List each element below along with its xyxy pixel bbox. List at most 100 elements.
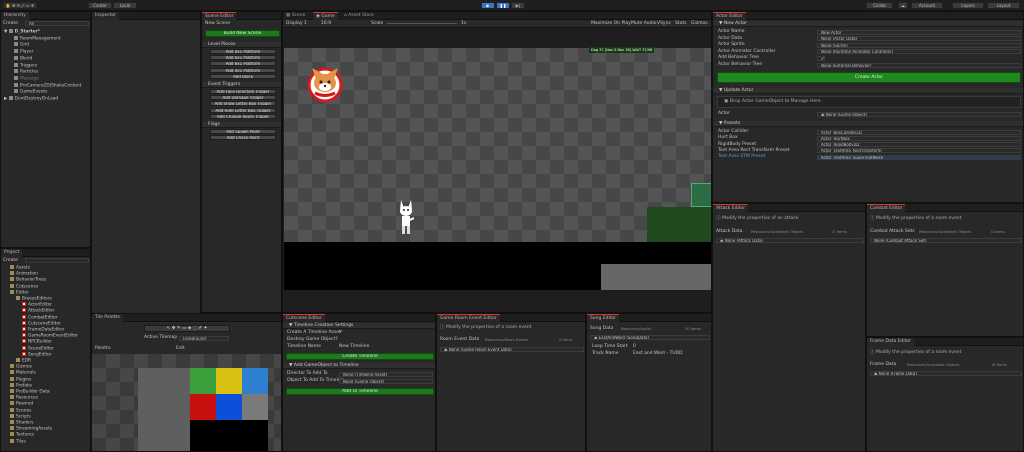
- scene-editor-add-button[interactable]: Add 4x1 Platform: [210, 49, 276, 54]
- hierarchy-item[interactable]: Message: [4, 75, 81, 83]
- room-event-field[interactable]: ◉ None (Game Room Event Data): [440, 347, 584, 352]
- actor-field-value[interactable]: None (External Behavior): [817, 62, 1021, 68]
- frame-data-field[interactable]: ◉ None (Frame Data): [870, 371, 1022, 376]
- hierarchy-item[interactable]: ▼ D_Starter*: [4, 29, 81, 36]
- preset-field[interactable]: Actor_TextArea_SuperTextMesh: [817, 154, 1021, 160]
- tab-inspector[interactable]: Inspector: [92, 12, 119, 20]
- tab-hierarchy[interactable]: Hierarchy: [1, 12, 29, 20]
- preset-field[interactable]: Actor_TextArea_RectTransform: [817, 148, 1021, 154]
- gizmos-dropdown[interactable]: Gizmos: [691, 21, 708, 27]
- hierarchy-item[interactable]: World: [4, 55, 81, 63]
- scene-editor-add-button[interactable]: Add Change Room Trigger: [210, 113, 276, 119]
- actor-field-value[interactable]: None (Runtime Animator Controller): [817, 49, 1021, 55]
- pivot-toggle[interactable]: Center: [88, 2, 112, 9]
- tab-scene-editor[interactable]: Scene Editor: [202, 12, 237, 20]
- tile-dark-blue[interactable]: [216, 394, 242, 420]
- build-scene-button[interactable]: Build New Scene: [205, 30, 280, 37]
- scene-editor-add-button[interactable]: Add Spawn Point: [210, 129, 276, 134]
- attack-data-field[interactable]: ◉ None (Attack Data): [716, 238, 864, 243]
- maximize-on-play-toggle[interactable]: Maximize On Play: [591, 21, 631, 27]
- add-to-timeline-button[interactable]: Add To Timeline: [286, 388, 434, 395]
- preset-field[interactable]: Actor_RigidBody2D: [817, 142, 1021, 148]
- display-dropdown[interactable]: Display 1: [286, 21, 307, 27]
- scene-editor-add-button[interactable]: Add Hide Letter Box Trigger: [210, 107, 276, 113]
- layout-dropdown[interactable]: Layout: [987, 2, 1020, 9]
- project-search[interactable]: [25, 258, 89, 263]
- create-actor-button[interactable]: Create Actor: [717, 72, 1021, 83]
- actor-object-field[interactable]: ◉ None (Game Object): [817, 112, 1021, 117]
- cutscene-field-value[interactable]: New Timeline: [339, 344, 369, 350]
- scene-editor-add-button[interactable]: Add Show Letter Box Trigger: [210, 101, 276, 107]
- hierarchy-item[interactable]: Player: [4, 49, 81, 56]
- project-folder[interactable]: Tiles: [4, 438, 78, 445]
- tile-grey[interactable]: [242, 394, 268, 420]
- stats-toggle[interactable]: Stats: [675, 21, 687, 27]
- song-field-value[interactable]: East and West - TUDD: [633, 351, 683, 357]
- tab-cutscene-editor[interactable]: Cutscene Editor: [283, 314, 325, 322]
- step-button[interactable]: ▶|: [511, 2, 525, 9]
- tab-tile-palette[interactable]: Tile Palette: [92, 314, 123, 322]
- presets-section[interactable]: ▼ Presets: [713, 121, 1023, 127]
- tile-blue[interactable]: [242, 368, 268, 394]
- combat-data-field[interactable]: None (Combat Attack Set): [870, 238, 1022, 243]
- actor-drop-area[interactable]: ▣ Drop Actor GameObject to Manage Here: [717, 96, 1021, 108]
- scale-slider[interactable]: [387, 23, 457, 24]
- update-actor-section[interactable]: ▼ Update Actor: [713, 88, 1023, 94]
- hierarchy-item[interactable]: ProCamera2D|ShakeContent: [4, 82, 81, 90]
- game-viewport[interactable]: Dog 37 [Nov 5 Nov 28] WAIT 37/98: [284, 47, 711, 242]
- tile-green[interactable]: [190, 368, 216, 394]
- hierarchy-item[interactable]: RoomManagement: [4, 35, 81, 43]
- tile-yellow[interactable]: [216, 368, 242, 394]
- pause-button[interactable]: ❚❚: [496, 2, 510, 9]
- cloud-icon[interactable]: ☁: [898, 2, 908, 9]
- project-create-dropdown[interactable]: Create: [3, 258, 18, 264]
- edit-button[interactable]: Edit: [176, 346, 185, 352]
- song-data-field[interactable]: ◉ EastAndWest (SongData): [590, 335, 710, 340]
- hierarchy-item[interactable]: Triggers: [4, 62, 81, 70]
- timeline-settings-section[interactable]: ▼ Timeline Creation Settings: [283, 323, 435, 329]
- preset-field[interactable]: Actor_HurtBox: [817, 135, 1021, 141]
- scene-editor-section[interactable]: Event Triggers: [202, 82, 281, 88]
- tile-tools[interactable]: ↖ ✥ ✎ ▭ ◈ ⬚ ✐ ✦: [144, 325, 230, 332]
- play-button[interactable]: ▶: [481, 2, 495, 9]
- scene-editor-section[interactable]: Flags: [202, 122, 281, 128]
- preset-field[interactable]: Actor_BoxCollider2D: [817, 129, 1021, 135]
- scene-editor-add-button[interactable]: Add 6x1 Platform: [210, 55, 276, 61]
- cutscene-object-field[interactable]: None (Game Object): [339, 378, 433, 384]
- tab-frame-data-editor[interactable]: Frame Data Editor: [867, 338, 914, 346]
- tab-game[interactable]: ◉ Game: [313, 12, 338, 20]
- transform-tools[interactable]: ✋ ✥ ⟳ ⤢ ▭ ✣: [3, 2, 37, 9]
- actor-field-value[interactable]: ✔: [817, 55, 825, 61]
- active-tilemap-dropdown[interactable]: Foreground: [179, 336, 229, 341]
- collab-button[interactable]: Collab: [866, 2, 893, 9]
- actor-field-value[interactable]: None (Actor Data): [817, 36, 1021, 42]
- palette-grid[interactable]: [92, 354, 281, 451]
- tab-room-event-editor[interactable]: Game Room Event Editor: [437, 314, 500, 322]
- tab-scene[interactable]: ▦ Scene: [283, 12, 309, 20]
- hierarchy-item[interactable]: Grid: [4, 42, 81, 49]
- hierarchy-item[interactable]: ▶ DontDestroyOnLoad: [4, 96, 81, 103]
- space-toggle[interactable]: Local: [113, 2, 137, 9]
- create-dropdown[interactable]: Create: [3, 21, 18, 27]
- aspect-dropdown[interactable]: 16:9: [321, 21, 331, 27]
- hierarchy-item[interactable]: Particles: [4, 69, 81, 76]
- tab-combat-editor[interactable]: Combat Editor: [867, 204, 906, 212]
- scene-editor-add-button[interactable]: Add Face Direction Trigger: [210, 89, 276, 94]
- create-timeline-button[interactable]: Create Timeline: [286, 353, 434, 360]
- tab-asset-store[interactable]: ⌂ Asset Store: [341, 12, 377, 20]
- hierarchy-item[interactable]: GameEvents: [4, 89, 81, 96]
- vsync-toggle[interactable]: VSync: [657, 21, 671, 27]
- song-field-value[interactable]: 0: [633, 344, 636, 350]
- scene-editor-add-button[interactable]: Add 8x1 Platform: [210, 61, 276, 67]
- tab-actor-editor[interactable]: Actor Editor: [713, 12, 746, 20]
- scene-editor-add-button[interactable]: Add Block: [210, 73, 276, 79]
- tab-project[interactable]: Project: [1, 249, 23, 257]
- tile-black[interactable]: [190, 420, 268, 451]
- mute-audio-toggle[interactable]: Mute Audio: [631, 21, 657, 27]
- tile-red[interactable]: [190, 394, 216, 420]
- hierarchy-search[interactable]: All: [25, 21, 89, 26]
- new-actor-section[interactable]: ▼ New Actor: [713, 21, 1023, 27]
- actor-field-value[interactable]: None (Sprite): [817, 42, 1021, 48]
- actor-field-value[interactable]: New Actor: [817, 29, 1021, 35]
- scene-editor-add-button[interactable]: Add 4x1 Platform: [210, 67, 276, 73]
